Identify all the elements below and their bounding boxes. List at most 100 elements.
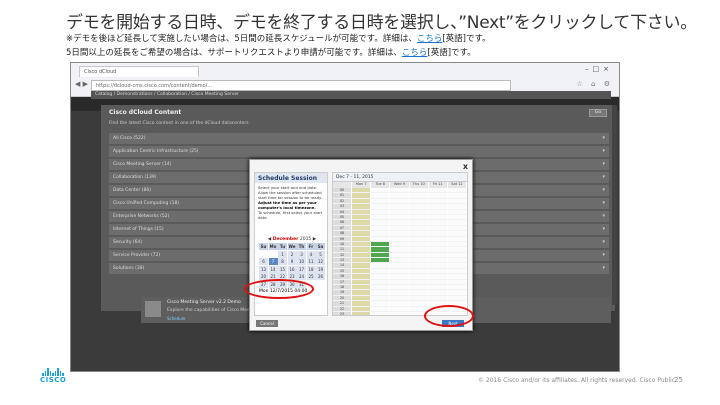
calendar-day xyxy=(259,251,268,258)
calendar-weekday: Mo xyxy=(268,243,278,250)
content-subtitle: Find the latest Cisco content in one of … xyxy=(109,121,249,126)
calendar-day[interactable]: 14 xyxy=(268,265,278,273)
category-label: Application Centric Infrastructure (25) xyxy=(113,149,199,154)
calendar-day[interactable]: 26 xyxy=(316,273,325,280)
calendar-day[interactable]: 10 xyxy=(297,258,306,265)
date-time-highlight-ring xyxy=(244,279,314,299)
calendar-day[interactable]: 4 xyxy=(306,250,316,258)
copyright-text: © 2016 Cisco and/or its affiliates. All … xyxy=(478,377,676,384)
support-details-link[interactable]: こちら xyxy=(402,48,428,58)
calendar-day[interactable]: 25 xyxy=(306,273,316,280)
dialog-title: Schedule Session xyxy=(255,173,327,183)
support-note-text: 5日間以上の延長をご希望の場合は、サポートリクエストより申請が可能です。詳細は、 xyxy=(66,48,402,58)
cancel-button[interactable]: Cancel xyxy=(256,320,278,327)
calendar-day[interactable]: 9 xyxy=(287,258,297,265)
page-number: 25 xyxy=(674,376,683,384)
breadcrumb: Catalog / Demonstrations / Collaboration… xyxy=(91,91,611,99)
calendar-day xyxy=(316,281,325,288)
category-row[interactable]: All Cisco (522) ▾ xyxy=(109,133,609,144)
schedule-grid-pane: Dec 7 - 11, 2015 Mon 7 Tue 8 Wed 9 Thu 10 Fr… xyxy=(332,172,468,316)
calendar-year[interactable]: 2015 xyxy=(300,237,311,242)
calendar-day[interactable]: 13 xyxy=(259,265,268,273)
toolbar-icons[interactable]: ☆ ⌂ ⚙ xyxy=(577,80,613,88)
schedule-range: Dec 7 - 11, 2015 xyxy=(333,173,467,182)
chevron-down-icon[interactable]: ▾ xyxy=(602,252,605,258)
chevron-down-icon[interactable]: ▾ xyxy=(602,226,605,232)
address-bar[interactable]: https://dcloud-cms.cisco.com/content/dem… xyxy=(91,80,511,91)
calendar-weekday: Su xyxy=(259,243,268,250)
calendar-day[interactable]: 19 xyxy=(316,265,325,273)
calendar-day[interactable]: 6 xyxy=(259,258,268,265)
support-request-note: 5日間以上の延長をご希望の場合は、サポートリクエストより申請が可能です。詳細は、… xyxy=(66,46,476,58)
screenshot-frame: Cisco dCloud –□× ◀ ▶ https://dcloud-cms.… xyxy=(70,62,620,372)
calendar-weekday: Sa xyxy=(316,243,325,250)
calendar-day[interactable]: 8 xyxy=(278,258,287,265)
calendar-day[interactable]: 18 xyxy=(306,265,316,273)
help-text: Select your start and end date. Allow th… xyxy=(258,185,322,200)
slide-title: デモを開始する日時、デモを終了する日時を選択し、”Next”をクリックして下さい… xyxy=(66,13,697,33)
extension-note: ※デモを後ほど延長して実施したい場合は、5日間の延長スケジュールが可能です。詳細… xyxy=(66,32,491,44)
session-thumbnail xyxy=(145,301,161,317)
calendar-weekday: Tu xyxy=(278,243,287,250)
window-buttons[interactable]: –□× xyxy=(585,65,613,73)
category-label: All Cisco (522) xyxy=(113,136,146,141)
calendar-day[interactable]: 5 xyxy=(316,250,325,258)
calendar-weekday: Th xyxy=(297,243,306,250)
chevron-down-icon[interactable]: ▾ xyxy=(602,213,605,219)
category-label: Solutions (38) xyxy=(113,266,145,271)
support-note-suffix: [英語]です。 xyxy=(427,48,476,58)
calendar-weekday: Fr xyxy=(306,243,316,250)
calendar-weekday: We xyxy=(287,243,297,250)
category-label: Security (64) xyxy=(113,240,143,245)
calendar-day xyxy=(269,251,278,258)
browser-tab[interactable]: Cisco dCloud xyxy=(79,66,199,77)
session-title: Cisco Meeting Server v2.2 Demo xyxy=(167,300,241,305)
schedule-slot[interactable] xyxy=(352,311,372,315)
extension-details-link[interactable]: こちら xyxy=(417,34,443,44)
chevron-down-icon[interactable]: ▾ xyxy=(602,148,605,154)
back-icon[interactable]: ◀ ▶ xyxy=(75,80,88,88)
help-extra-text: To schedule, first select your start dat… xyxy=(258,210,323,220)
calendar-day[interactable]: 3 xyxy=(297,250,306,258)
calendar-day[interactable]: 11 xyxy=(306,258,316,265)
calendar-day[interactable]: 17 xyxy=(297,265,306,273)
calendar-day[interactable]: 15 xyxy=(278,265,287,273)
logo-bars xyxy=(40,368,66,376)
calendar-day[interactable]: 12 xyxy=(316,258,325,265)
logo-text: CISCO xyxy=(40,376,67,384)
chevron-down-icon[interactable]: ▾ xyxy=(602,161,605,167)
chevron-down-icon[interactable]: ▾ xyxy=(602,265,605,271)
category-label: Enterprise Networks (52) xyxy=(113,214,170,219)
category-label: Collaboration (139) xyxy=(113,175,157,180)
chevron-down-icon[interactable]: ▾ xyxy=(602,187,605,193)
dialog-help-text: Select your start and end date. Allow th… xyxy=(255,183,327,222)
next-button-highlight-ring xyxy=(424,305,474,327)
chevron-down-icon[interactable]: ▾ xyxy=(602,239,605,245)
category-label: Service Provider (72) xyxy=(113,253,161,258)
help-bold-text: Adjust the time as per your computer's l… xyxy=(258,200,317,210)
calendar-day[interactable]: 24 xyxy=(297,273,306,280)
extension-note-suffix: [英語]です。 xyxy=(442,34,491,44)
calendar-month[interactable]: December xyxy=(273,237,299,242)
schedule-slot[interactable] xyxy=(390,311,410,315)
category-label: Internet of Things (15) xyxy=(113,227,164,232)
chevron-down-icon[interactable]: ▾ xyxy=(602,135,605,141)
content-title: Cisco dCloud Content xyxy=(109,109,182,116)
schedule-slot[interactable] xyxy=(371,311,391,315)
cisco-logo: CISCO xyxy=(40,368,66,384)
extension-note-text: ※デモを後ほど延長して実施したい場合は、5日間の延長スケジュールが可能です。詳細… xyxy=(66,34,417,44)
calendar-day[interactable]: 7 xyxy=(268,258,278,265)
session-schedule-link[interactable]: Schedule xyxy=(167,316,185,321)
calendar-day[interactable]: 1 xyxy=(278,250,287,258)
calendar-day[interactable]: 2 xyxy=(287,250,297,258)
category-label: Data Center (86) xyxy=(113,188,151,193)
chevron-down-icon[interactable]: ▾ xyxy=(602,174,605,180)
category-row[interactable]: Application Centric Infrastructure (25) ▾ xyxy=(109,146,609,157)
schedule-time-grid: 00 01 02 03 04 05 06 07 08 09 10 11 12 13 14 15 16 17 18 19… xyxy=(333,188,467,315)
calendar-day[interactable]: 16 xyxy=(287,265,297,273)
category-label: Cisco Meeting Server (14) xyxy=(113,162,172,167)
search-button[interactable]: Go xyxy=(589,109,607,117)
page-scrollbar[interactable] xyxy=(612,105,617,305)
chevron-down-icon[interactable]: ▾ xyxy=(602,200,605,206)
close-icon[interactable]: x xyxy=(463,162,468,171)
